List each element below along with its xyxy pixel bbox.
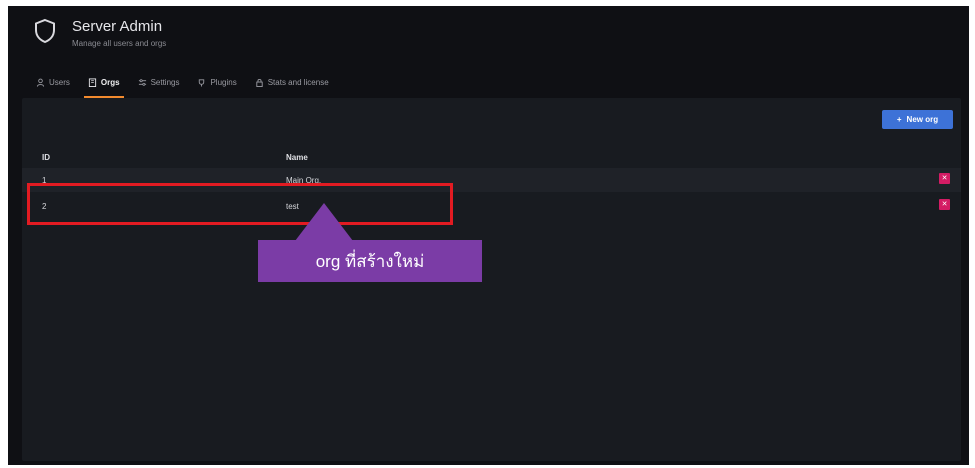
shield-icon (35, 18, 55, 44)
new-org-button[interactable]: + New org (882, 110, 953, 129)
close-icon: ✕ (941, 175, 948, 182)
delete-org-button[interactable]: ✕ (939, 199, 950, 210)
tab-label: Plugins (210, 77, 237, 87)
close-icon: ✕ (941, 201, 948, 208)
annotation-callout: org ที่สร้างใหม่ (258, 240, 482, 282)
tab-label: Orgs (100, 77, 120, 87)
new-org-label: New org (906, 115, 939, 124)
column-header-name: Name (286, 153, 308, 162)
tab-label: Stats and license (267, 77, 329, 87)
table-header: ID Name (22, 149, 961, 167)
user-icon (36, 78, 45, 87)
tab-label: Users (49, 77, 70, 87)
tab-bar: Users Orgs Settings Plugins Stats and li… (36, 72, 329, 98)
plus-icon: + (896, 115, 902, 124)
callout-arrow (295, 203, 353, 241)
page-title: Server Admin (72, 18, 163, 35)
tab-plugins[interactable]: Plugins (197, 72, 237, 92)
tab-orgs[interactable]: Orgs (83, 72, 124, 98)
sliders-icon (138, 78, 146, 86)
column-header-id: ID (42, 153, 50, 162)
tab-users[interactable]: Users (36, 72, 70, 92)
plug-icon (199, 78, 205, 87)
tab-label: Settings (150, 77, 180, 87)
page-header: Server Admin Manage all users and orgs U… (8, 6, 969, 98)
tab-stats-and-license[interactable]: Stats and license (255, 72, 329, 92)
delete-org-button[interactable]: ✕ (939, 173, 950, 184)
page-subtitle: Manage all users and orgs (72, 39, 167, 48)
app-window: Server Admin Manage all users and orgs U… (8, 6, 969, 465)
tab-settings[interactable]: Settings (138, 72, 180, 92)
orgs-panel: + New org ID Name 1 Main Org. ✕ 2 test ✕ (22, 98, 961, 461)
lock-icon (256, 78, 263, 87)
highlight-box (27, 183, 453, 225)
building-icon (88, 77, 96, 87)
